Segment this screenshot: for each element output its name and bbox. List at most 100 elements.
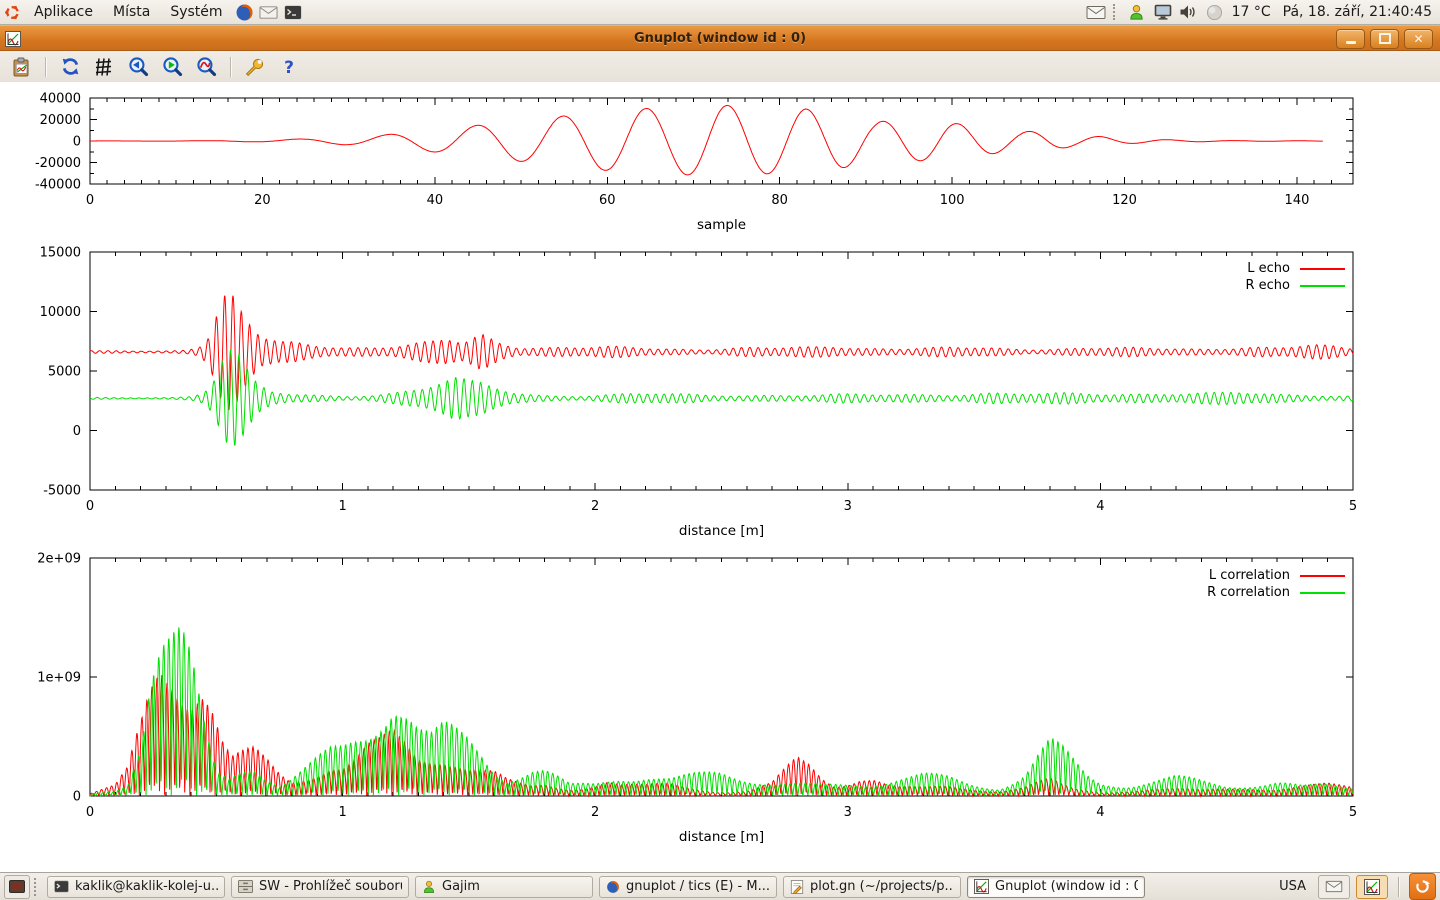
- mail-icon: [1325, 880, 1343, 893]
- x-tick-label: 40: [427, 193, 444, 208]
- x-tick-label: 60: [599, 193, 616, 208]
- plot-frame: [90, 252, 1353, 490]
- task-text-editor[interactable]: plot.gn (~/projects/p...: [783, 876, 961, 898]
- terminal-launcher[interactable]: [281, 0, 305, 24]
- x-tick-label: 4: [1096, 805, 1104, 820]
- chart-echo: 012345-5000050001000015000distance [m]: [40, 246, 1358, 540]
- top-panel: Aplikace Místa Systém: [0, 0, 1440, 25]
- gnuplot-icon: [1364, 879, 1380, 895]
- help-button[interactable]: ?: [276, 54, 302, 80]
- x-tick-label: 1: [338, 499, 346, 514]
- task-firefox[interactable]: gnuplot / tics (E) - M...: [599, 876, 777, 898]
- legend-line-sample: [1300, 285, 1345, 287]
- show-desktop-icon: [9, 880, 25, 893]
- x-tick-label: 2: [591, 499, 599, 514]
- tray-mail-button[interactable]: [1318, 875, 1350, 899]
- y-tick-label: 5000: [48, 365, 81, 380]
- firefox-launcher[interactable]: [233, 0, 257, 24]
- clock[interactable]: Pá, 18. září, 21:40:45: [1275, 4, 1432, 20]
- minimize-icon: [1346, 41, 1356, 44]
- chart-correlation: 01234501e+092e+09distance [m]: [37, 552, 1357, 846]
- refresh-icon: [60, 56, 81, 77]
- x-tick-label: 0: [86, 499, 94, 514]
- zoom-next-icon: [162, 56, 183, 77]
- close-button[interactable]: ✕: [1404, 29, 1433, 49]
- task-gajim[interactable]: Gajim: [415, 876, 593, 898]
- copy-to-clipboard-button[interactable]: [8, 54, 34, 80]
- series-r-correlation: [90, 627, 1353, 796]
- ubuntu-logo-icon[interactable]: [0, 0, 24, 24]
- legend-line-sample: [1300, 592, 1345, 594]
- series-l-correlation: [90, 676, 1353, 796]
- zoom-next-button[interactable]: [159, 54, 185, 80]
- x-tick-label: 100: [940, 193, 965, 208]
- legend-entry: R echo: [1245, 277, 1345, 294]
- keyboard-layout-indicator[interactable]: USA: [1273, 879, 1312, 894]
- volume-icon[interactable]: [1178, 1, 1200, 23]
- y-tick-label: 2e+09: [37, 552, 81, 567]
- settings-button[interactable]: [242, 54, 268, 80]
- mail-notifier-icon[interactable]: [1085, 1, 1107, 23]
- echo-legend: L echo R echo: [1245, 260, 1345, 294]
- x-tick-label: 0: [86, 193, 94, 208]
- replot-button[interactable]: [57, 54, 83, 80]
- menu-applications[interactable]: Aplikace: [24, 0, 103, 24]
- menu-places[interactable]: Místa: [103, 0, 160, 24]
- weather-icon[interactable]: [1204, 1, 1226, 23]
- file-manager-icon: [238, 880, 253, 893]
- firefox-icon: [235, 3, 254, 22]
- maximize-button[interactable]: [1370, 29, 1399, 49]
- series-signal: [90, 106, 1323, 175]
- tray-gnuplot-button[interactable]: [1356, 875, 1388, 899]
- legend-entry: L correlation: [1209, 567, 1345, 584]
- window-toolbar: ?: [0, 51, 1440, 83]
- plot-canvas[interactable]: 020406080100120140-40000-200000200004000…: [0, 82, 1440, 872]
- svg-text:?: ?: [284, 58, 294, 77]
- y-tick-label: 20000: [40, 113, 81, 128]
- window-titlebar[interactable]: Gnuplot (window id : 0) ✕: [0, 26, 1440, 51]
- trash-button[interactable]: [1409, 873, 1436, 900]
- maximize-icon: [1379, 33, 1391, 44]
- y-tick-label: -40000: [35, 178, 81, 193]
- task-terminal[interactable]: kaklik@kaklik-kolej-u...: [47, 876, 225, 898]
- taskbar: kaklik@kaklik-kolej-u... SW - Prohlížeč …: [0, 872, 1440, 900]
- text-editor-icon: [790, 880, 804, 894]
- question-icon: ?: [279, 57, 299, 77]
- x-tick-label: 4: [1096, 499, 1104, 514]
- x-tick-label: 5: [1349, 499, 1357, 514]
- taskbar-right: USA: [1273, 873, 1436, 900]
- show-desktop-button[interactable]: [4, 875, 30, 899]
- taskbar-drag-handle[interactable]: [34, 878, 41, 896]
- y-tick-label: 40000: [40, 92, 81, 107]
- minimize-button[interactable]: [1336, 29, 1365, 49]
- x-axis-label: distance [m]: [679, 829, 764, 845]
- y-tick-label: -20000: [35, 156, 81, 171]
- task-label: plot.gn (~/projects/p...: [810, 879, 954, 894]
- firefox-icon: [606, 880, 620, 894]
- x-tick-label: 120: [1112, 193, 1137, 208]
- legend-line-sample: [1300, 268, 1345, 270]
- autoscale-button[interactable]: [193, 54, 219, 80]
- panel-status-area: 17 °C Pá, 18. září, 21:40:45: [1085, 1, 1440, 23]
- x-tick-label: 20: [254, 193, 271, 208]
- zoom-previous-button[interactable]: [125, 54, 151, 80]
- x-tick-label: 3: [844, 499, 852, 514]
- task-label: SW - Prohlížeč souborů: [259, 879, 402, 894]
- grid-button[interactable]: [91, 54, 117, 80]
- temperature-label[interactable]: 17 °C: [1230, 4, 1271, 20]
- y-tick-label: 0: [73, 135, 81, 150]
- x-tick-label: 0: [86, 805, 94, 820]
- correlation-legend: L correlation R correlation: [1207, 567, 1345, 601]
- series-r-echo: [90, 350, 1353, 446]
- menu-system[interactable]: Systém: [160, 0, 232, 24]
- task-gnuplot[interactable]: Gnuplot (window id : 0): [967, 876, 1145, 898]
- gajim-tray-icon[interactable]: [1126, 1, 1148, 23]
- y-tick-label: -5000: [43, 484, 81, 499]
- display-tray-icon[interactable]: [1152, 1, 1174, 23]
- window-title: Gnuplot (window id : 0): [0, 31, 1440, 46]
- panel-drag-handle[interactable]: [1113, 4, 1120, 20]
- mail-launcher[interactable]: [257, 0, 281, 24]
- y-tick-label: 0: [73, 424, 81, 439]
- task-label: Gnuplot (window id : 0): [995, 879, 1138, 894]
- task-file-manager[interactable]: SW - Prohlížeč souborů: [231, 876, 409, 898]
